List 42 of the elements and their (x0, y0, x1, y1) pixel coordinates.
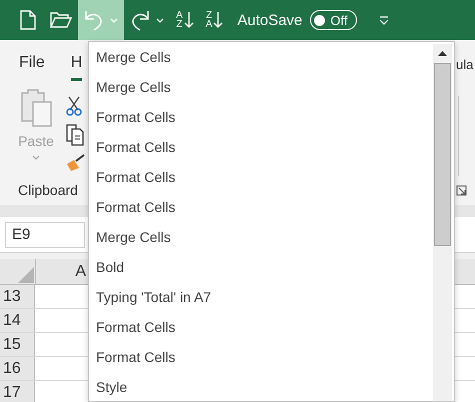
undo-list-item[interactable]: Merge Cells (89, 42, 426, 72)
undo-list-item[interactable]: Format Cells (89, 132, 426, 162)
row-header[interactable]: 16 (0, 357, 35, 380)
undo-list-item[interactable]: Typing 'Total' in A7 (89, 282, 426, 312)
row-header[interactable]: 14 (0, 309, 35, 332)
scroll-up-icon[interactable] (438, 50, 447, 56)
ribbon-tab[interactable]: File (19, 48, 45, 80)
undo-list-item[interactable]: Merge Cells (89, 72, 426, 102)
dialog-launcher-icon[interactable] (456, 185, 467, 196)
row-header[interactable]: 17 (0, 381, 35, 402)
scissors-icon[interactable] (66, 96, 82, 116)
group-label: Clipboard (17, 182, 78, 198)
undo-list-item[interactable]: Format Cells (89, 342, 426, 372)
name-box[interactable]: E9 (5, 222, 85, 248)
ribbon-tab[interactable]: H (70, 48, 82, 80)
undo-list-item[interactable]: Merge Cells (89, 222, 426, 252)
undo-list-item[interactable]: Format Cells (89, 162, 426, 192)
undo-list-item[interactable]: Format Cells (89, 192, 426, 222)
undo-list-item[interactable]: Format Cells (89, 312, 426, 342)
column-header[interactable]: A (36, 259, 86, 284)
scrollbar-thumb[interactable] (434, 63, 451, 246)
sort-ascending-button[interactable]: A Z (176, 11, 194, 29)
undo-icon (84, 9, 104, 31)
autosave-label: AutoSave (237, 12, 302, 28)
row-header[interactable]: 15 (0, 333, 35, 356)
redo-icon[interactable] (130, 9, 150, 31)
sort-descending-button[interactable]: Z A (206, 11, 224, 29)
copy-icon[interactable] (66, 124, 84, 146)
format-painter-icon[interactable] (66, 154, 86, 172)
customize-toolbar-icon[interactable] (378, 16, 388, 24)
folder-icon[interactable] (50, 12, 72, 28)
undo-list-item[interactable]: Format Cells (89, 102, 426, 132)
ribbon-tab[interactable]: ula (456, 57, 474, 72)
new-file-icon[interactable] (20, 10, 36, 30)
undo-list-item[interactable]: Bold (89, 252, 426, 282)
caret-icon[interactable] (156, 18, 164, 24)
undo-list-item[interactable]: Style (89, 372, 426, 402)
autosave-toggle[interactable]: Off (310, 10, 356, 30)
caret-icon (32, 155, 40, 161)
clipboard-icon (19, 88, 53, 128)
row-header[interactable]: 13 (0, 285, 35, 308)
scrollbar[interactable] (433, 44, 452, 401)
